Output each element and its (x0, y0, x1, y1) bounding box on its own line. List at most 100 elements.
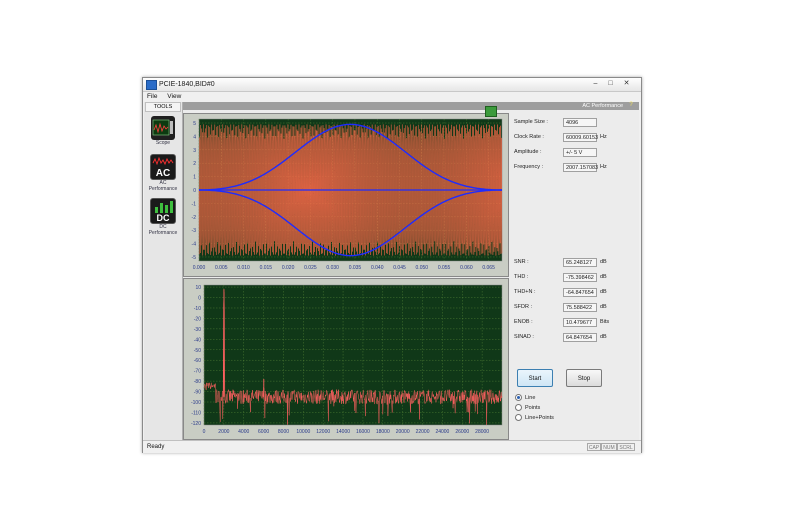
metric-unit: dB (600, 289, 607, 295)
tools-panel: TOOLS Scope AC AC Performance DC DC Perf… (144, 102, 183, 440)
x-tick-label: 18000 (376, 429, 390, 435)
x-tick-label: 6000 (258, 429, 269, 435)
title-bar[interactable]: PCIE-1840,BID#0 – □ ✕ (143, 78, 641, 92)
x-tick-label: 0.030 (326, 265, 339, 271)
radio-label: Line+Points (525, 414, 554, 421)
num-lock-indicator: NUM (601, 443, 617, 451)
metric-label: ENOB : (514, 319, 533, 325)
y-tick-label: -110 (191, 410, 201, 416)
time-domain-graph-frame: 0.000 0.005 0.010 0.015 0.020 0.025 0.030 0.035… (183, 113, 509, 277)
radio-line-points[interactable]: Line+Points (515, 414, 554, 422)
y-tick-label: 0 (193, 188, 196, 194)
dc-icon-text: DC (157, 213, 170, 223)
info-unit: Hz (600, 164, 607, 170)
x-tick-label: 26000 (455, 429, 469, 435)
app-icon (146, 80, 157, 90)
x-tick-label: 0.020 (282, 265, 295, 271)
x-tick-label: 28000 (475, 429, 489, 435)
tool-label: AC Performance (148, 180, 178, 192)
tool-scope[interactable]: Scope (146, 116, 180, 147)
y-tick-label: 0 (198, 296, 201, 302)
info-label: Frequency : (514, 164, 544, 170)
radio-button[interactable] (515, 404, 522, 411)
x-tick-label: 0.060 (460, 265, 473, 271)
tool-label: Scope (155, 140, 171, 146)
metric-unit: dB (600, 334, 607, 340)
maximize-button[interactable]: □ (605, 79, 616, 88)
caps-lock-indicator: CAP (587, 443, 601, 451)
y-tick-label: -3 (192, 228, 197, 234)
close-button[interactable]: ✕ (621, 79, 632, 88)
tools-header: TOOLS (145, 102, 181, 112)
tool-ac-performance[interactable]: AC AC Performance (146, 154, 180, 192)
x-tick-label: 24000 (435, 429, 449, 435)
minimize-button[interactable]: – (590, 79, 601, 88)
y-tick-label: -40 (194, 337, 201, 343)
metric-unit: Bits (600, 319, 610, 325)
metric-label: THD : (514, 274, 529, 280)
y-tick-label: -60 (194, 358, 201, 364)
metric-value-field: -75.398462 (563, 273, 597, 282)
y-tick-label: -2 (192, 215, 197, 221)
info-value-field: 4096 (563, 118, 597, 127)
metric-value-field: 75.588422 (563, 303, 597, 312)
y-tick-label: 10 (195, 285, 201, 291)
radio-line[interactable]: Line (515, 394, 535, 402)
status-text: Ready (147, 444, 165, 450)
y-tick-label: -70 (194, 369, 201, 375)
info-label: Clock Rate : (514, 134, 544, 140)
metric-value-field: 65.248127 (563, 258, 597, 267)
dc-performance-icon: DC (150, 198, 176, 224)
tool-dc-performance[interactable]: DC DC Performance (146, 198, 180, 236)
y-tick-label: 4 (193, 134, 196, 140)
metric-unit: dB (600, 274, 607, 280)
scope-icon (151, 116, 175, 140)
info-unit: Hz (600, 134, 607, 140)
x-tick-label: 0.015 (260, 265, 273, 271)
ac-icon-text: AC (156, 168, 170, 179)
x-tick-label: 2000 (218, 429, 229, 435)
radio-points[interactable]: Points (515, 404, 540, 412)
ac-performance-panel: AC Performance ? 0.000 0.005 0.010 0.015 0.0… (183, 102, 639, 440)
stop-button[interactable]: Stop (566, 369, 602, 387)
spectrum-graph-frame: 0 2000 4000 6000 8000 10000 12000 14000 16000 180… (183, 278, 509, 440)
radio-button[interactable] (515, 414, 522, 421)
plot-area (203, 284, 503, 426)
radio-button-selected[interactable] (515, 394, 522, 401)
x-tick-label: 20000 (396, 429, 410, 435)
metric-label: SINAD : (514, 334, 534, 340)
x-tick-label: 4000 (238, 429, 249, 435)
y-tick-label: -50 (194, 348, 201, 354)
scroll-lock-indicator: SCRL (617, 443, 635, 451)
menu-bar: File View (143, 92, 641, 101)
app-window: PCIE-1840,BID#0 – □ ✕ File View TOOLS Sc… (142, 77, 642, 453)
x-tick-label: 0.000 (193, 265, 206, 271)
spectrum-chart[interactable]: 0 2000 4000 6000 8000 10000 12000 14000 16000 180… (184, 279, 508, 439)
x-tick-label: 0.035 (349, 265, 362, 271)
time-domain-chart[interactable]: 0.000 0.005 0.010 0.015 0.020 0.025 0.030 0.035… (184, 114, 508, 276)
panel-title: AC Performance (582, 103, 623, 109)
x-tick-label: 0.025 (304, 265, 317, 271)
y-tick-label: -4 (192, 242, 197, 248)
x-tick-label: 16000 (356, 429, 370, 435)
start-button[interactable]: Start (517, 369, 553, 387)
x-tick-label: 0.045 (393, 265, 406, 271)
menu-view[interactable]: View (163, 92, 185, 101)
metric-label: THD+N : (514, 289, 536, 295)
info-value-field: +/- 5 V (563, 148, 597, 157)
y-tick-label: -5 (192, 255, 197, 261)
metric-label: SFDR : (514, 304, 533, 310)
info-label: Sample Size : (514, 119, 548, 125)
y-tick-label: -100 (191, 400, 201, 406)
x-tick-label: 0.040 (371, 265, 384, 271)
menu-file[interactable]: File (143, 92, 161, 101)
metric-unit: dB (600, 304, 607, 310)
metric-unit: dB (600, 259, 607, 265)
x-tick-label: 0.065 (482, 265, 495, 271)
tool-label: DC Performance (148, 224, 178, 236)
y-tick-label: -1 (192, 201, 197, 207)
y-tick-label: 5 (193, 121, 196, 127)
y-tick-label: -90 (194, 390, 201, 396)
y-tick-label: 1 (193, 175, 196, 181)
help-icon[interactable]: ? (628, 102, 634, 109)
